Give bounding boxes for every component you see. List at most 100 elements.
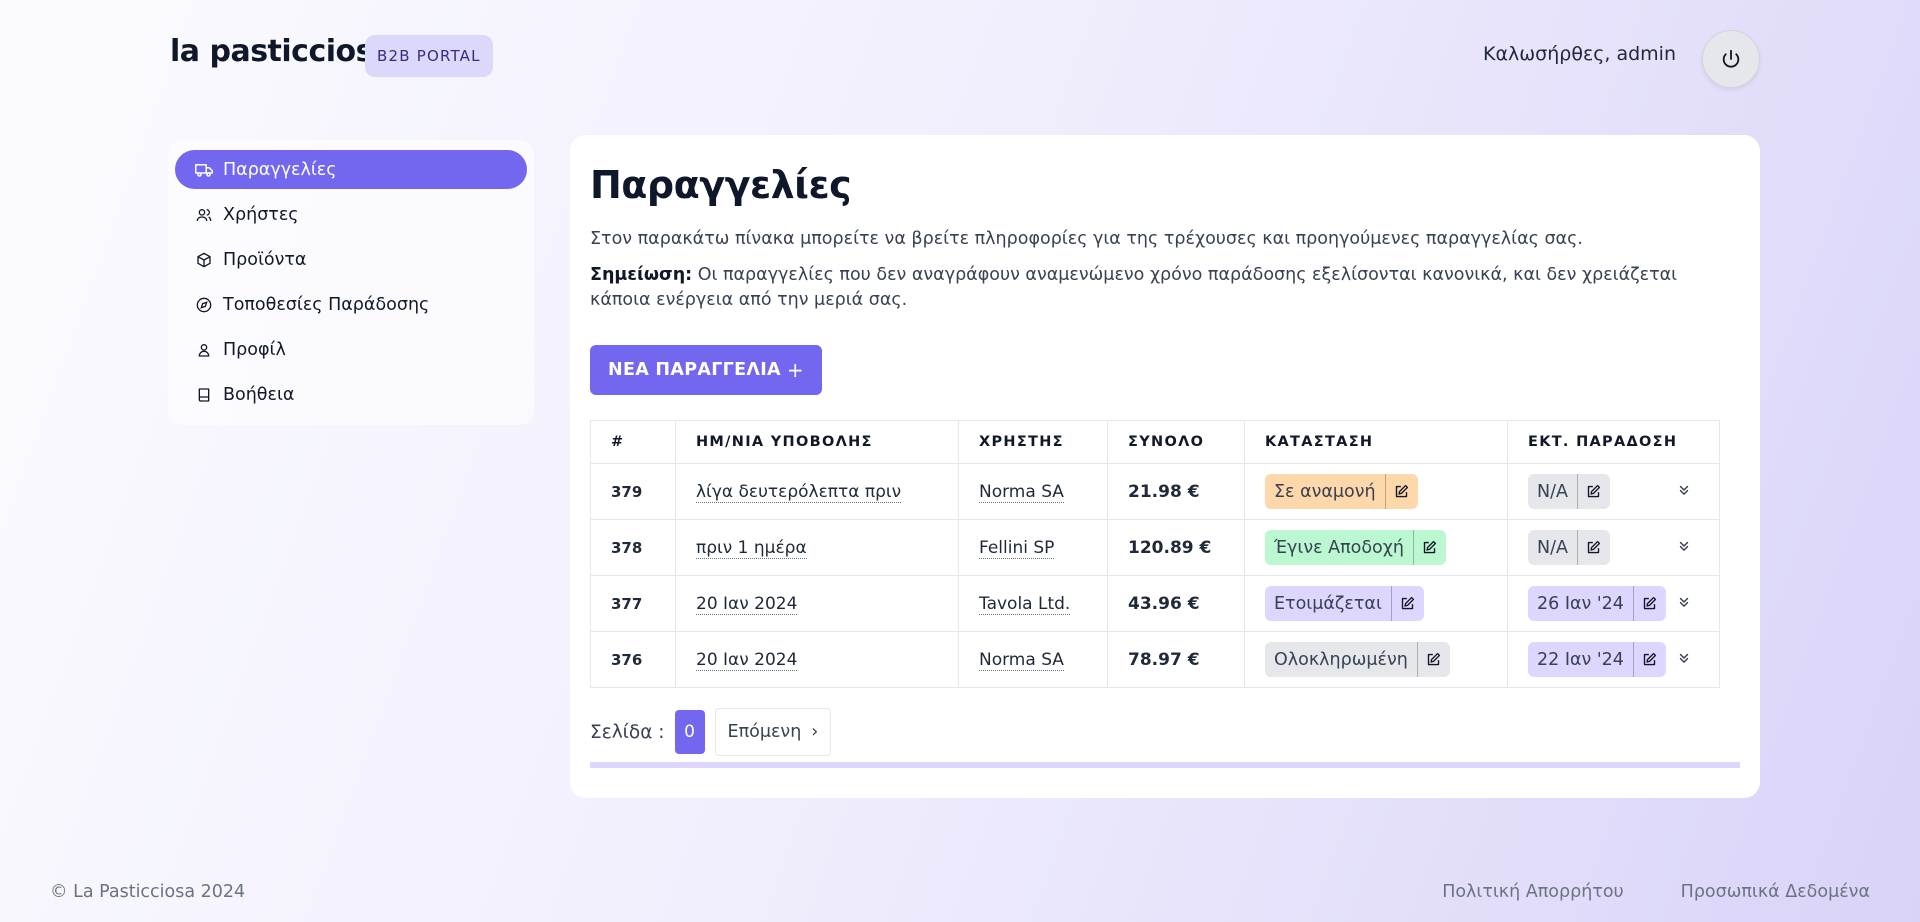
sidebar-item-orders[interactable]: Παραγγελίες bbox=[175, 150, 527, 189]
delivery-badge: N/A bbox=[1528, 474, 1610, 509]
edit-icon bbox=[1644, 596, 1657, 610]
sidebar-item-label: Προϊόντα bbox=[223, 249, 307, 270]
user-name[interactable]: Norma SA bbox=[979, 649, 1064, 671]
user-cell: Norma SA bbox=[958, 463, 1108, 520]
user-icon bbox=[195, 341, 213, 359]
status-cell: Ολοκληρωμένη bbox=[1244, 631, 1508, 688]
user-cell: Tavola Ltd. bbox=[958, 575, 1108, 632]
submit-date-cell: 20 Ιαν 2024 bbox=[675, 631, 959, 688]
page-title: Παραγγελίες bbox=[590, 163, 852, 207]
plus-icon: + bbox=[786, 358, 804, 382]
edit-status-button[interactable] bbox=[1412, 530, 1446, 565]
edit-delivery-button[interactable] bbox=[1632, 586, 1666, 621]
portal-badge: B2B PORTAL bbox=[365, 35, 493, 77]
sidebar-item-profile[interactable]: Προφίλ bbox=[175, 330, 527, 369]
current-page-button[interactable]: 0 bbox=[674, 710, 705, 754]
next-page-button[interactable]: Επόμενη › bbox=[714, 708, 832, 756]
delivery-cell: 26 Ιαν '24 bbox=[1507, 575, 1720, 632]
sidebar-item-delivery-locations[interactable]: Τοποθεσίες Παράδοσης bbox=[175, 285, 527, 324]
col-user: ΧΡΗΣΤΗΣ bbox=[958, 420, 1108, 464]
orders-table: # ΗΜ/ΝΙΑ ΥΠΟΒΟΛΗΣ ΧΡΗΣΤΗΣ ΣΥΝΟΛΟ ΚΑΤΑΣΤΑ… bbox=[590, 420, 1720, 688]
privacy-policy-link[interactable]: Πολιτική Απορρήτου bbox=[1442, 882, 1623, 902]
table-row: 376 20 Ιαν 2024 Norma SA 78.97 € Ολοκληρ… bbox=[590, 631, 1720, 688]
delivery-cell: N/A bbox=[1507, 463, 1720, 520]
logout-button[interactable] bbox=[1702, 30, 1760, 88]
edit-delivery-button[interactable] bbox=[1632, 642, 1666, 677]
user-name[interactable]: Norma SA bbox=[979, 481, 1064, 503]
status-text: Ολοκληρωμένη bbox=[1274, 649, 1408, 670]
delivery-text: 22 Ιαν '24 bbox=[1537, 649, 1624, 670]
col-status: ΚΑΤΑΣΤΑΣΗ bbox=[1244, 420, 1508, 464]
submit-date-cell: πριν 1 ημέρα bbox=[675, 519, 959, 576]
col-est-delivery: ΕΚΤ. ΠΑΡΑΔΟΣΗ bbox=[1507, 420, 1720, 464]
note-label: Σημείωση: bbox=[590, 265, 693, 285]
order-id: 378 bbox=[590, 519, 676, 576]
edit-delivery-button[interactable] bbox=[1576, 530, 1610, 565]
sidebar-item-label: Χρήστες bbox=[223, 204, 299, 225]
sidebar: Παραγγελίες Χρήστες Προϊόντα Τοποθεσίες … bbox=[168, 140, 534, 425]
table-row: 378 πριν 1 ημέρα Fellini SP 120.89 € Έγι… bbox=[590, 519, 1720, 576]
submit-date[interactable]: πριν 1 ημέρα bbox=[696, 537, 807, 559]
orders-card: Παραγγελίες Στον παρακάτω πίνακα μπορείτ… bbox=[570, 135, 1760, 798]
submit-date[interactable]: 20 Ιαν 2024 bbox=[696, 649, 798, 671]
sidebar-item-help[interactable]: Βοήθεια bbox=[175, 375, 527, 414]
chevrons-down-icon bbox=[1679, 597, 1689, 607]
expand-row-button[interactable] bbox=[1677, 538, 1691, 558]
sidebar-item-label: Τοποθεσίες Παράδοσης bbox=[223, 294, 430, 315]
delivery-badge: N/A bbox=[1528, 530, 1610, 565]
expand-row-button[interactable] bbox=[1677, 594, 1691, 614]
order-id: 379 bbox=[590, 463, 676, 520]
expand-row-button[interactable] bbox=[1677, 482, 1691, 502]
personal-data-link[interactable]: Προσωπικά Δεδομένα bbox=[1681, 882, 1870, 902]
new-order-label: ΝΕΑ ΠΑΡΑΓΓΕΛΙΑ bbox=[608, 360, 781, 380]
table-row: 377 20 Ιαν 2024 Tavola Ltd. 43.96 € Ετοι… bbox=[590, 575, 1720, 632]
edit-delivery-button[interactable] bbox=[1576, 474, 1610, 509]
sidebar-item-users[interactable]: Χρήστες bbox=[175, 195, 527, 234]
edit-status-button[interactable] bbox=[1390, 586, 1424, 621]
chevron-right-icon: › bbox=[811, 722, 819, 742]
sidebar-item-products[interactable]: Προϊόντα bbox=[175, 240, 527, 279]
order-total: 78.97 € bbox=[1107, 631, 1245, 688]
edit-icon bbox=[1588, 484, 1601, 498]
col-id: # bbox=[590, 420, 676, 464]
brand-logo[interactable]: la pasticciosa bbox=[170, 34, 393, 69]
edit-icon bbox=[1424, 540, 1437, 554]
new-order-button[interactable]: ΝΕΑ ΠΑΡΑΓΓΕΛΙΑ + bbox=[590, 345, 822, 395]
edit-status-button[interactable] bbox=[1384, 474, 1418, 509]
status-badge: Ετοιμάζεται bbox=[1265, 586, 1424, 621]
table-header-row: # ΗΜ/ΝΙΑ ΥΠΟΒΟΛΗΣ ΧΡΗΣΤΗΣ ΣΥΝΟΛΟ ΚΑΤΑΣΤΑ… bbox=[590, 420, 1720, 464]
footer-links: Πολιτική Απορρήτου Προσωπικά Δεδομένα bbox=[1442, 882, 1870, 902]
order-id: 377 bbox=[590, 575, 676, 632]
delivery-text: N/A bbox=[1537, 481, 1568, 502]
delivery-badge: 22 Ιαν '24 bbox=[1528, 642, 1666, 677]
edit-icon bbox=[1402, 596, 1415, 610]
delivery-badge: 26 Ιαν '24 bbox=[1528, 586, 1666, 621]
chevrons-down-icon bbox=[1679, 485, 1689, 495]
user-name[interactable]: Fellini SP bbox=[979, 537, 1055, 559]
submit-date[interactable]: λίγα δευτερόλεπτα πριν bbox=[696, 481, 902, 503]
sidebar-item-label: Παραγγελίες bbox=[223, 159, 337, 180]
delivery-cell: N/A bbox=[1507, 519, 1720, 576]
loading-bar bbox=[590, 762, 1740, 768]
status-badge: Έγινε Αποδοχή bbox=[1265, 530, 1446, 565]
table-row: 379 λίγα δευτερόλεπτα πριν Norma SA 21.9… bbox=[590, 463, 1720, 520]
status-text: Ετοιμάζεται bbox=[1274, 593, 1382, 614]
sidebar-item-label: Βοήθεια bbox=[223, 384, 295, 405]
expand-row-button[interactable] bbox=[1677, 650, 1691, 670]
edit-status-button[interactable] bbox=[1416, 642, 1450, 677]
col-submit-date: ΗΜ/ΝΙΑ ΥΠΟΒΟΛΗΣ bbox=[675, 420, 959, 464]
book-icon bbox=[195, 386, 213, 404]
delivery-text: N/A bbox=[1537, 537, 1568, 558]
user-cell: Norma SA bbox=[958, 631, 1108, 688]
welcome-text: Καλωσήρθες, admin bbox=[1483, 43, 1676, 65]
delivery-cell: 22 Ιαν '24 bbox=[1507, 631, 1720, 688]
note-text: Σημείωση: Οι παραγγελίες που δεν αναγράφ… bbox=[590, 263, 1740, 313]
submit-date-cell: 20 Ιαν 2024 bbox=[675, 575, 959, 632]
next-page-label: Επόμενη bbox=[727, 722, 802, 742]
edit-icon bbox=[1588, 540, 1601, 554]
submit-date[interactable]: 20 Ιαν 2024 bbox=[696, 593, 798, 615]
order-total: 43.96 € bbox=[1107, 575, 1245, 632]
chevrons-down-icon bbox=[1679, 541, 1689, 551]
user-name[interactable]: Tavola Ltd. bbox=[979, 593, 1071, 615]
power-icon bbox=[1722, 49, 1740, 68]
